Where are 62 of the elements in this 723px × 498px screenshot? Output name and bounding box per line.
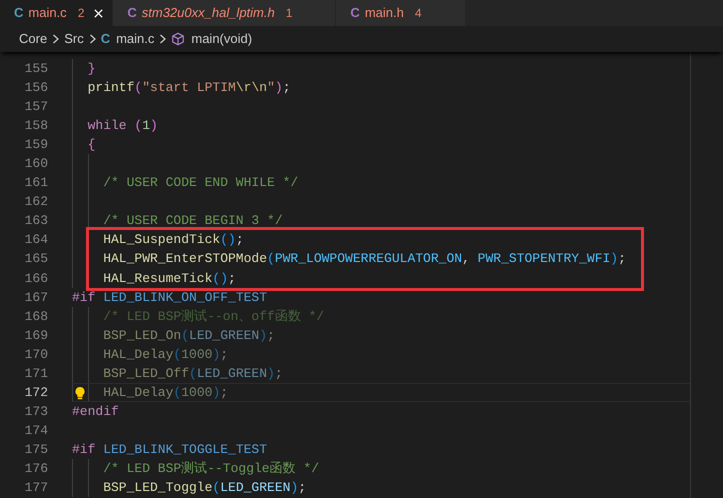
file-type-icon: C (14, 3, 24, 23)
code-line: HAL_Delay(1000); (103, 346, 228, 364)
breadcrumb-item[interactable]: Src (64, 29, 84, 49)
code-comment: /* LED BSP测试--on、off函数 */ (103, 308, 324, 326)
line-number: 173 (24, 402, 48, 421)
line-number: 174 (24, 422, 48, 440)
line-number: 155 (24, 60, 48, 78)
line-number: 159 (24, 136, 48, 154)
line-number: 171 (24, 364, 48, 383)
code-comment: /* USER CODE BEGIN 3 */ (103, 212, 283, 230)
code-line: #if LED_BLINK_ON_OFF_TEST (72, 288, 268, 307)
breadcrumb-item[interactable]: Core (19, 29, 48, 49)
editor-tab[interactable]: C main.c 2 (0, 0, 114, 26)
line-number: 157 (24, 98, 48, 116)
line-number: 163 (24, 212, 48, 230)
line-number: 168 (24, 308, 48, 326)
problem-count: 4 (414, 5, 422, 22)
line-number: 170 (24, 346, 48, 364)
code-comment: /* LED BSP测试--Toggle函数 */ (103, 460, 320, 478)
line-number: 165 (24, 250, 48, 268)
line-number: 172 (24, 384, 48, 402)
code-line: #endif (72, 402, 119, 421)
line-number: 169 (24, 326, 48, 345)
line-number: 166 (24, 270, 48, 288)
line-number: 161 (24, 174, 48, 192)
problem-count: 1 (286, 5, 292, 22)
code-line: } (88, 60, 96, 78)
code-line: BSP_LED_On(LED_GREEN); (103, 326, 275, 345)
file-type-icon: C (100, 29, 110, 49)
chevron-icon (51, 34, 60, 44)
file-type-icon: C (350, 3, 360, 23)
code-line: #if LED_BLINK_TOGGLE_TEST (72, 440, 268, 459)
line-number: 175 (24, 440, 48, 459)
line-number: 158 (24, 117, 48, 136)
line-number: 156 (24, 79, 48, 98)
cube-icon (171, 32, 186, 46)
code-line: printf("start LPTIM\r\n"); (88, 79, 290, 98)
code-line: HAL_Delay(1000); (103, 384, 228, 402)
lightbulb-icon[interactable] (74, 386, 86, 400)
code-line: { (88, 136, 96, 154)
line-number: 167 (24, 288, 48, 307)
chevron-icon (88, 34, 97, 44)
code-line: BSP_LED_Toggle(LED_GREEN); (103, 479, 306, 498)
line-number: 160 (24, 155, 48, 174)
breadcrumb-item[interactable]: main(void) (191, 29, 252, 49)
code-line: HAL_ResumeTick(); (103, 270, 236, 288)
line-number: 176 (24, 460, 48, 478)
line-number: 162 (24, 193, 48, 212)
close-icon[interactable] (93, 8, 104, 18)
problem-count: 2 (78, 5, 84, 22)
chevron-icon (158, 34, 168, 44)
code-line: while (1) (88, 117, 158, 136)
file-type-icon: C (127, 3, 137, 23)
code-comment: /* USER CODE END WHILE */ (103, 174, 298, 192)
code-line: HAL_SuspendTick(); (103, 231, 244, 250)
code-line: BSP_LED_Off(LED_GREEN); (103, 364, 283, 383)
editor-tab[interactable]: C main.h 4 (336, 0, 466, 26)
line-number: 177 (24, 479, 48, 498)
code-line: HAL_PWR_EnterSTOPMode(PWR_LOWPOWERREGULATOR_ON, PWR_STOPENTRY_WFI); (103, 250, 626, 268)
editor-tab[interactable]: C stm32u0xx_hal_lptim.h 1 (113, 0, 336, 26)
line-number: 164 (24, 231, 48, 250)
breadcrumb-item[interactable]: main.c (116, 29, 154, 49)
